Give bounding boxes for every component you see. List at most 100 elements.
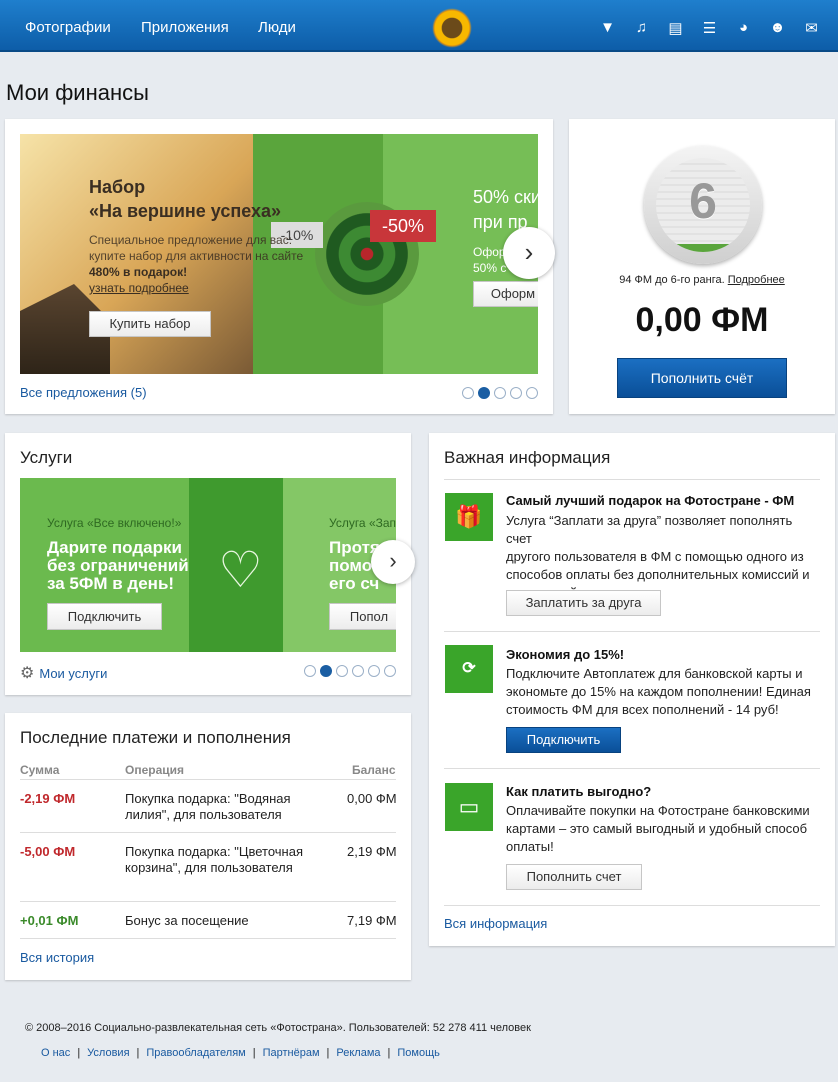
services-dot[interactable] [368,665,380,677]
column-balance: Баланс [352,763,396,777]
info-item-text: Подключите Автоплатеж для банковской кар… [506,665,816,719]
info-line: экономьте до 15% на каждом пополнении! Е… [506,684,811,699]
promo-pagination [462,387,538,399]
pacman-icon[interactable]: ◕ [735,19,752,37]
slide2-button[interactable]: Оформ [473,281,538,307]
service2-button[interactable]: Попол [329,603,396,630]
info-item-title: Экономия до 15%! [506,647,625,662]
service-connect-button[interactable]: Подключить [47,603,162,630]
list-icon[interactable]: ☰ [701,19,718,37]
promo-bonus: 480% в подарок! [89,265,188,279]
separator: | [326,1047,330,1059]
mail-icon[interactable]: ✉ [803,19,820,37]
discount-badge-big: -50% [370,210,436,242]
promo-next-arrow-icon[interactable]: › [503,227,555,279]
pay-for-friend-button[interactable]: Заплатить за друга [506,590,661,616]
services-dot[interactable] [336,665,348,677]
promo-card: -10% -50% Набор «На вершине успеха» Спец… [5,119,555,414]
footer-link-help[interactable]: Помощь [397,1047,440,1059]
row-operation: Покупка подарка: "Водяная [125,791,291,806]
news-icon[interactable]: ▤ [667,19,684,37]
services-slider: Услуга «Все включено!» Дарите подарки бе… [20,478,396,652]
footer-link-copyright[interactable]: Правообладателям [146,1047,245,1059]
divider [20,832,396,833]
service-heading-2: без ограничений [47,556,189,575]
topup-button[interactable]: Пополнить счёт [617,358,787,398]
info-line: Услуга “Заплати за друга” позволяет попо… [506,513,793,546]
rank-details-link[interactable]: Подробнее [728,274,785,286]
top-bar: Фотографии Приложения Люди ▼ ♫ ▤ ☰ ◕ ☻ ✉ [0,0,838,52]
gear-icon[interactable]: ⚙ [20,663,34,683]
info-line: способов оплаты без дополнительных комис… [506,567,810,582]
info-item-text: Услуга “Заплати за друга” позволяет попо… [506,512,816,602]
promo-dot[interactable] [510,387,522,399]
services-title: Услуги [20,448,73,467]
topup-account-button[interactable]: Пополнить счет [506,864,642,890]
separator: | [252,1047,256,1059]
divider [20,938,396,939]
separator: | [387,1047,391,1059]
promo-more-link[interactable]: узнать подробнее [89,281,189,295]
history-link[interactable]: Вся история [20,950,94,965]
service2-label: Услуга «Зап [329,516,396,530]
divider [444,905,820,906]
payments-title: Последние платежи и пополнения [20,728,291,747]
column-amount: Сумма [20,763,60,777]
my-services-link[interactable]: Мои услуги [39,666,107,681]
row-operation: Бонус за посещение [125,913,249,928]
page-title: Мои финансы [6,80,149,105]
row-balance: 7,19 ФМ [347,913,397,928]
footer-link-terms[interactable]: Условия [87,1047,129,1059]
row-amount: -2,19 ФМ [20,791,76,806]
divider [444,631,820,632]
info-card: Важная информация 🎁 Самый лучший подарок… [429,433,835,946]
diamond-icon[interactable]: ▼ [599,19,616,37]
promo-dot-active[interactable] [478,387,490,399]
separator: | [77,1047,81,1059]
footer-link-partners[interactable]: Партнёрам [263,1047,320,1059]
promo-dot[interactable] [462,387,474,399]
services-dot[interactable] [384,665,396,677]
services-dot[interactable] [352,665,364,677]
rank-card: 6 94 ФМ до 6-го ранга. Подробнее 0,00 ФМ… [569,119,835,414]
gift-card-icon: 🎁 [445,493,493,541]
footer-link-about[interactable]: О нас [41,1047,70,1059]
all-offers-link[interactable]: Все предложения (5) [20,385,147,400]
service2-line-3: его сч [329,574,380,593]
info-item-title: Как платить выгодно? [506,784,652,799]
nav-photos[interactable]: Фотографии [25,19,111,36]
payments-card: Последние платежи и пополнения Сумма Опе… [5,713,411,980]
separator: | [136,1047,140,1059]
divider [444,479,820,480]
footer-copyright: © 2008–2016 Социально-развлекательная се… [25,1022,531,1034]
gift-card-icon: ♡ [218,542,263,598]
music-icon[interactable]: ♫ [633,19,650,37]
row-amount: -5,00 ФМ [20,844,76,859]
autopay-connect-button[interactable]: Подключить [506,727,621,753]
rank-progress-fill [656,244,750,252]
service-label: Услуга «Все включено!» [47,516,182,530]
promo-dot[interactable] [494,387,506,399]
slide2-text-1: Офор [473,245,506,259]
people-icon[interactable]: ☻ [769,19,786,37]
services-next-arrow-icon[interactable]: › [371,540,415,584]
info-line: Оплачивайте покупки на Фотостране банков… [506,803,810,818]
promo-dot[interactable] [526,387,538,399]
promo-desc-2: купите набор для активности на сайте [89,249,304,263]
info-line: оплаты! [506,839,554,854]
info-item-text: Оплачивайте покупки на Фотостране банков… [506,802,816,856]
services-dot-active[interactable] [320,665,332,677]
service-heading-3: за 5ФМ в день! [47,574,175,593]
services-card: Услуги Услуга «Все включено!» Дарите под… [5,433,415,695]
services-pagination [304,665,396,677]
sunflower-logo[interactable] [432,8,472,48]
info-line: Подключите Автоплатеж для банковской кар… [506,666,803,681]
footer-link-ads[interactable]: Реклама [336,1047,380,1059]
nav-people[interactable]: Люди [258,19,296,36]
nav-apps[interactable]: Приложения [141,19,229,36]
buy-set-button[interactable]: Купить набор [89,311,211,337]
services-dot[interactable] [304,665,316,677]
my-services-link-row[interactable]: ⚙ Мои услуги [20,663,107,683]
all-info-link[interactable]: Вся информация [444,916,547,931]
column-operation: Операция [125,763,185,777]
